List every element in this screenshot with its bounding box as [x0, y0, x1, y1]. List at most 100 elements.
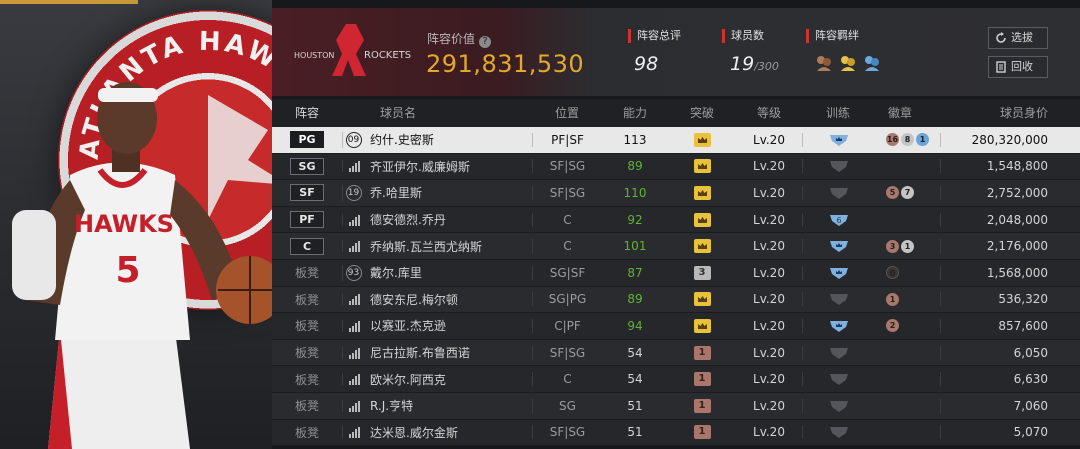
table-row[interactable]: 板凳 尼古拉斯.布鲁西诺 SF|SG 54 1 Lv.20 6,050	[272, 339, 1080, 367]
training-shield-icon[interactable]	[829, 133, 849, 147]
breakthrough-gold-icon[interactable]	[693, 132, 711, 147]
player-name[interactable]: 欧米尔.阿西克	[364, 371, 532, 388]
training-shield-icon[interactable]	[829, 292, 849, 306]
table-row[interactable]: SF 19 乔.哈里斯 SF|SG 110 Lv.20 5 7 2,752,000	[272, 180, 1080, 207]
player-name[interactable]: 乔.哈里斯	[364, 184, 532, 201]
bond-bronze-icon[interactable]	[815, 54, 833, 72]
table-row[interactable]: 板凳 93 戴尔.库里 SG|SF 87 3 Lv.20 0 1,568,000	[272, 259, 1080, 287]
player-name[interactable]: 德安东尼.梅尔顿	[364, 291, 532, 308]
training-shield-icon[interactable]	[829, 372, 849, 386]
breakthrough-cell	[668, 132, 736, 147]
table-row[interactable]: 板凳 以赛亚.杰克逊 C|PF 94 Lv.20 2 857,600	[272, 313, 1080, 340]
badge-silver-icon[interactable]: 1	[901, 239, 914, 253]
table-row[interactable]: 板凳 R.J.亨特 SG 51 1 Lv.20 7,060	[272, 392, 1080, 420]
breakthrough-cell	[668, 239, 736, 254]
player-name[interactable]: 戴尔.库里	[364, 264, 532, 281]
player-name[interactable]: 尼古拉斯.布鲁西诺	[364, 344, 532, 361]
bond-blue-icon[interactable]	[863, 54, 881, 72]
training-shield-icon[interactable]	[829, 399, 849, 413]
player-name[interactable]: R.J.亨特	[364, 397, 532, 414]
rockets-team-logo: ROCKETS HOUSTON	[294, 24, 411, 76]
breakthrough-silver-icon[interactable]: 3	[693, 265, 711, 280]
lineup-slot: SG	[272, 157, 342, 175]
training-shield-icon[interactable]	[829, 319, 849, 333]
table-row[interactable]: SG 齐亚伊尔.威廉姆斯 SF|SG 89 Lv.20 1,548,800	[272, 153, 1080, 181]
player-name[interactable]: 达米恩.威尔金斯	[364, 424, 532, 441]
player-price: 1,548,800	[940, 159, 1080, 174]
table-row[interactable]: C 乔纳斯.瓦兰西尤纳斯 C 101 Lv.20 3 1 2,176,000	[272, 233, 1080, 260]
lineup-slot: PG	[272, 131, 342, 149]
table-row[interactable]: 板凳 达米恩.威尔金斯 SF|SG 51 1 Lv.20 5,070	[272, 419, 1080, 447]
player-name[interactable]: 齐亚伊尔.威廉姆斯	[364, 158, 532, 175]
breakthrough-gold-icon[interactable]	[693, 159, 711, 174]
badge-blue-icon[interactable]: 1	[916, 133, 929, 147]
lineup-slot: PF	[272, 211, 342, 229]
col-lineup[interactable]: 阵容	[272, 99, 342, 127]
training-cell	[802, 265, 874, 280]
crown-icon	[697, 136, 707, 143]
breakthrough-gold-icon[interactable]	[693, 292, 711, 307]
training-shield-icon[interactable]	[829, 186, 849, 200]
col-ability[interactable]: 能力	[602, 99, 668, 127]
breakthrough-gold-icon[interactable]	[693, 185, 711, 200]
badge-silver-icon[interactable]: 7	[901, 186, 914, 200]
training-shield-icon[interactable]: 6	[829, 213, 849, 227]
col-player-name[interactable]: 球员名	[364, 99, 532, 127]
overall-rating-value: 98	[634, 53, 659, 75]
help-icon[interactable]: ?	[479, 36, 492, 48]
table-row[interactable]: 板凳 欧米尔.阿西克 C 54 1 Lv.20 6,630	[272, 366, 1080, 393]
training-shield-icon[interactable]	[829, 266, 849, 280]
recycle-button[interactable]: 回收	[988, 56, 1048, 78]
table-row[interactable]: PF 德安德烈.乔丹 C 92 Lv.20 6 2,048,000	[272, 206, 1080, 234]
col-position[interactable]: 位置	[532, 99, 602, 127]
player-price: 536,320	[940, 292, 1080, 307]
col-level[interactable]: 等级	[736, 99, 802, 127]
training-cell	[802, 132, 874, 147]
training-cell	[802, 345, 874, 360]
table-row[interactable]: PG 09 约什.史密斯 PF|SF 113 Lv.20 16 8 1 280,320,000	[272, 127, 1080, 154]
bond-gold-icon[interactable]	[839, 54, 857, 72]
player-position: SF|SG	[532, 159, 602, 174]
badge-bronze-icon[interactable]: 2	[886, 319, 899, 333]
player-name[interactable]: 德安德烈.乔丹	[364, 211, 532, 228]
refresh-icon	[996, 32, 1006, 43]
col-badges[interactable]: 徽章	[874, 99, 940, 127]
breakthrough-bronze-icon[interactable]: 1	[693, 345, 711, 360]
training-shield-icon[interactable]	[829, 159, 849, 173]
badge-dark-icon[interactable]: 0	[886, 266, 899, 280]
select-button[interactable]: 选拔	[988, 27, 1048, 49]
player-name[interactable]: 乔纳斯.瓦兰西尤纳斯	[364, 238, 532, 255]
training-shield-icon[interactable]	[829, 425, 849, 439]
player-price: 6,050	[940, 345, 1080, 360]
table-header: 阵容 球员名 位置 能力 突破 等级 训练 徽章 球员身价	[272, 99, 1080, 127]
col-price[interactable]: 球员身价	[940, 99, 1080, 127]
badge-bronze-icon[interactable]: 5	[886, 186, 899, 200]
breakthrough-cell: 1	[668, 372, 736, 387]
breakthrough-bronze-icon[interactable]: 1	[693, 425, 711, 440]
badge-bronze-icon[interactable]: 16	[886, 133, 899, 147]
crown-icon	[697, 216, 707, 223]
table-row[interactable]: 板凳 德安东尼.梅尔顿 SG|PG 89 Lv.20 1 536,320	[272, 286, 1080, 314]
breakthrough-bronze-icon[interactable]: 1	[693, 372, 711, 387]
training-shield-icon[interactable]	[829, 346, 849, 360]
training-shield-icon[interactable]	[829, 239, 849, 253]
jersey-cell: 19	[342, 184, 364, 201]
breakthrough-gold-icon[interactable]	[693, 212, 711, 227]
player-name[interactable]: 以赛亚.杰克逊	[364, 317, 532, 334]
col-breakthrough[interactable]: 突破	[668, 99, 736, 127]
featured-player-panel: ATLANTA HAWKS HAWKS 5	[0, 0, 272, 449]
breakthrough-gold-icon[interactable]	[693, 239, 711, 254]
breakthrough-cell	[668, 212, 736, 227]
breakthrough-bronze-icon[interactable]: 1	[693, 398, 711, 413]
bond-icons[interactable]	[815, 54, 881, 72]
col-training[interactable]: 训练	[802, 99, 874, 127]
player-name[interactable]: 约什.史密斯	[364, 131, 532, 148]
badge-silver-icon[interactable]: 8	[901, 133, 914, 147]
badge-bronze-icon[interactable]: 1	[886, 292, 899, 306]
badge-bronze-icon[interactable]: 3	[886, 239, 899, 253]
crown-icon	[697, 189, 707, 196]
breakthrough-gold-icon[interactable]	[693, 318, 711, 333]
player-ability: 51	[627, 425, 643, 440]
recycle-icon	[996, 61, 1006, 73]
badge-cell: 16 8 1	[874, 133, 940, 147]
